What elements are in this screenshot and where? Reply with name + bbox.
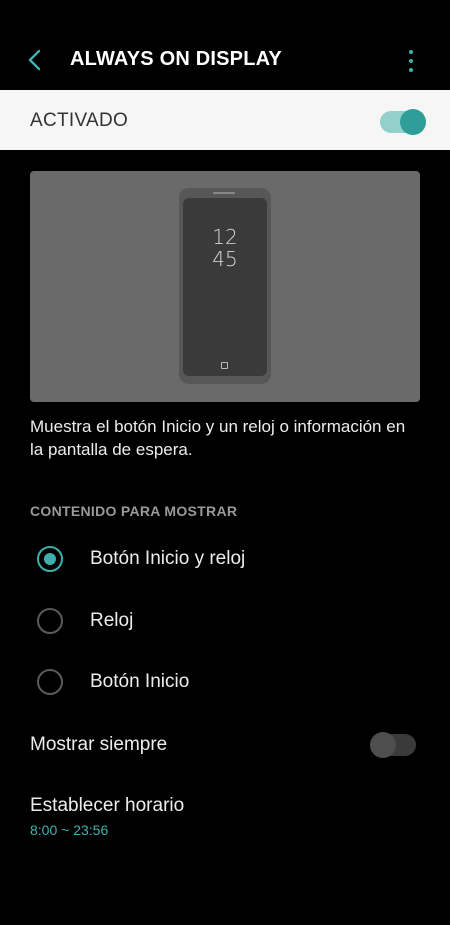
master-switch-label: ACTIVADO	[30, 110, 129, 131]
more-options-button[interactable]	[402, 46, 420, 76]
radio-label: Botón Inicio	[90, 671, 190, 692]
radio-button[interactable]	[37, 608, 63, 634]
radio-button[interactable]	[37, 546, 63, 572]
radio-option-home-and-clock[interactable]: Botón Inicio y reloj	[0, 531, 450, 587]
schedule-value: 8:00 ~ 23:56	[30, 822, 109, 838]
page-title: ALWAYS ON DISPLAY	[70, 48, 282, 70]
show-always-toggle[interactable]	[370, 732, 418, 758]
show-always-row[interactable]: Mostrar siempre	[0, 718, 450, 770]
phone-screen: 12 45	[183, 198, 267, 376]
clock-hours: 12	[212, 225, 238, 249]
radio-option-home[interactable]: Botón Inicio	[0, 654, 450, 710]
schedule-label: Establecer horario	[30, 795, 185, 816]
master-toggle[interactable]	[380, 109, 428, 135]
radio-dot	[44, 553, 56, 565]
section-title: CONTENIDO PARA MOSTRAR	[30, 503, 238, 519]
preview-image: 12 45	[30, 171, 420, 402]
toggle-thumb	[370, 732, 396, 758]
schedule-row[interactable]: Establecer horario 8:00 ~ 23:56	[0, 785, 450, 850]
radio-label: Botón Inicio y reloj	[90, 548, 246, 569]
radio-option-clock[interactable]: Reloj	[0, 593, 450, 649]
chevron-left-icon	[28, 49, 41, 71]
phone-speaker	[213, 192, 235, 194]
radio-button[interactable]	[37, 669, 63, 695]
description-text: Muestra el botón Inicio y un reloj o inf…	[30, 417, 406, 459]
phone-illustration: 12 45	[179, 188, 271, 384]
preview-clock: 12 45	[183, 226, 267, 270]
back-button[interactable]	[22, 46, 46, 74]
more-vertical-icon	[409, 50, 413, 54]
show-always-label: Mostrar siempre	[30, 734, 168, 755]
clock-minutes: 45	[212, 247, 238, 271]
home-button-icon	[221, 362, 228, 369]
app-bar: ALWAYS ON DISPLAY	[0, 0, 450, 90]
toggle-thumb	[400, 109, 426, 135]
radio-label: Reloj	[90, 610, 134, 631]
